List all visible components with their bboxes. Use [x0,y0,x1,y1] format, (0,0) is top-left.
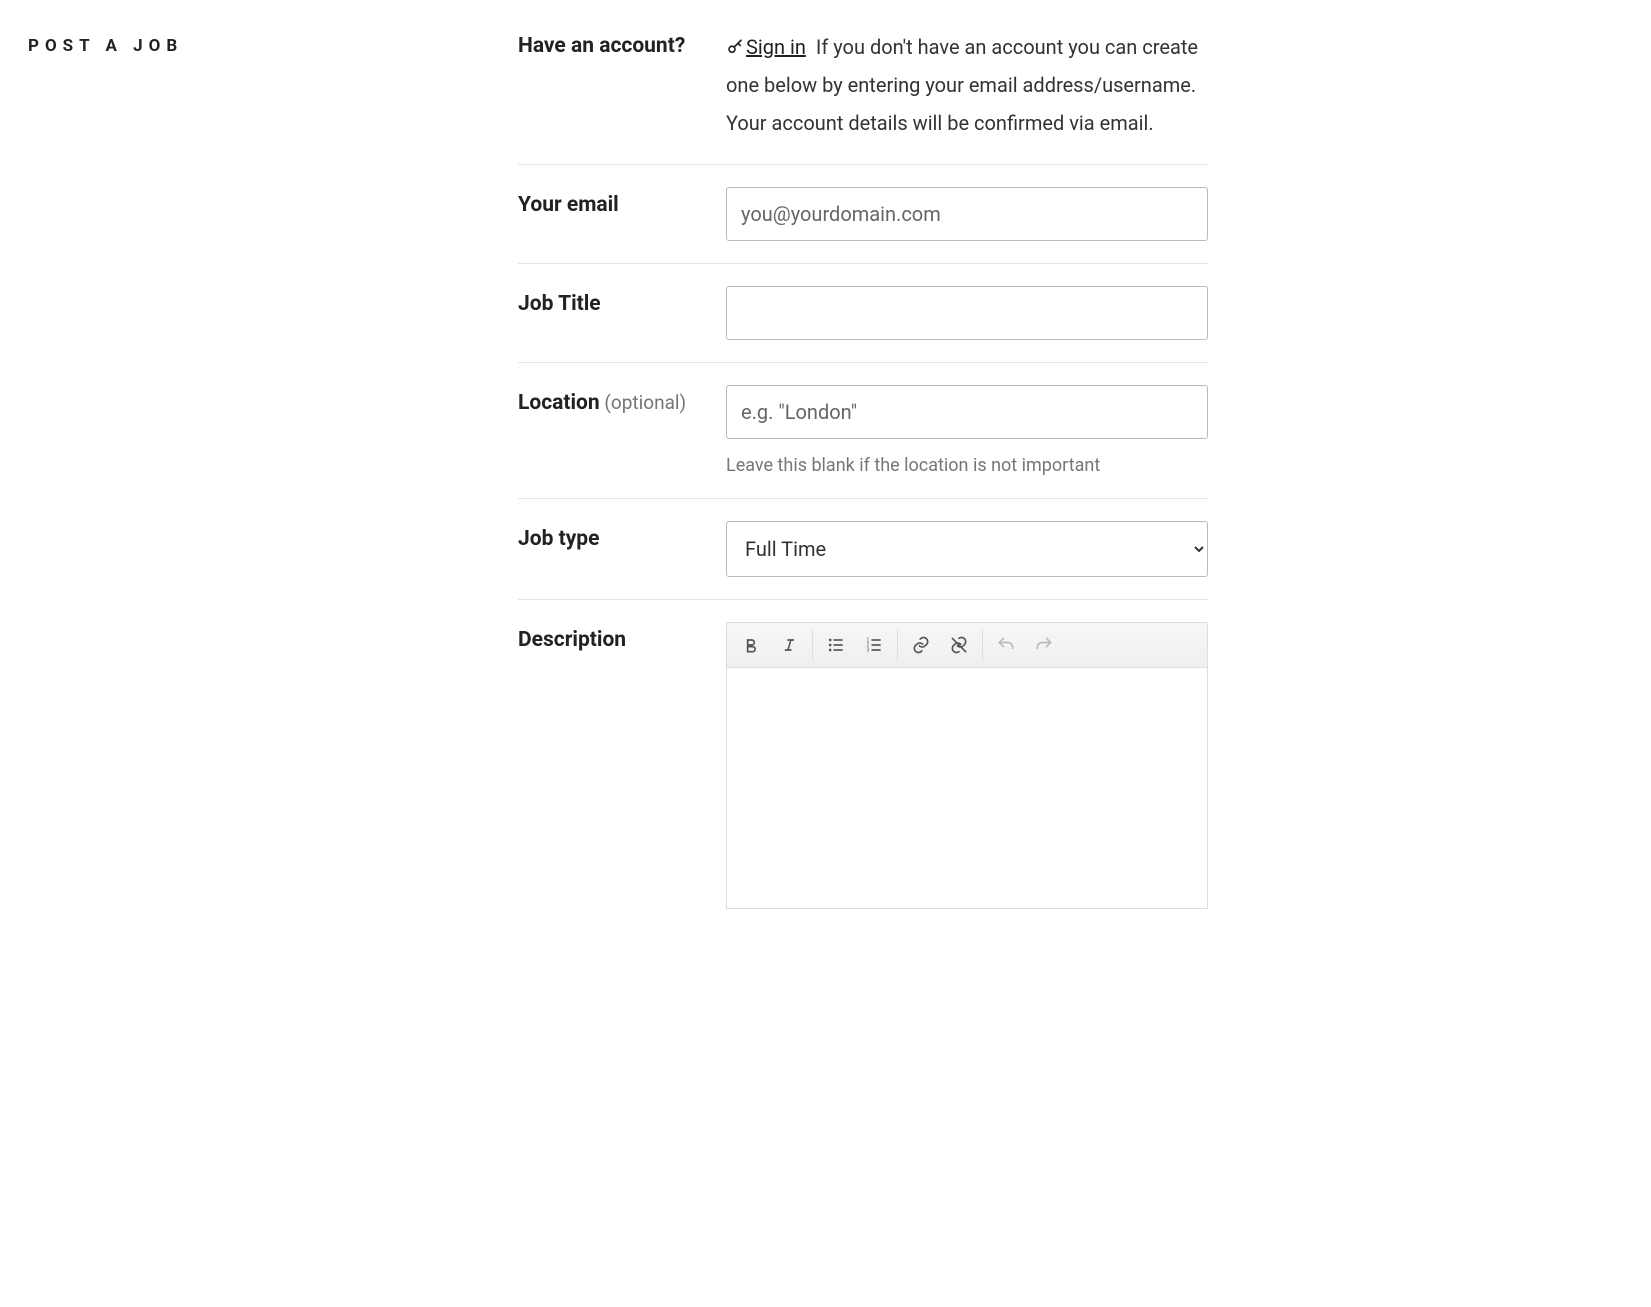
account-label-col: Have an account? [518,28,726,142]
toolbar-separator [897,629,898,661]
page-title: Post a Job [28,36,518,56]
numbered-list-button[interactable]: 123 [856,627,892,663]
job-type-label-col: Job type [518,521,726,577]
description-label-col: Description [518,622,726,909]
email-input[interactable] [726,187,1208,241]
bulleted-list-button[interactable] [818,627,854,663]
email-label: Your email [518,193,619,217]
email-label-col: Your email [518,187,726,241]
sidebar: Post a Job [28,28,518,931]
editor-toolbar: 123 [727,623,1207,668]
job-type-label: Job type [518,527,599,551]
svg-text:3: 3 [867,648,870,654]
email-row: Your email [518,165,1208,264]
location-hint: Leave this blank if the location is not … [726,455,1208,476]
bold-button[interactable] [733,627,769,663]
italic-button[interactable] [771,627,807,663]
location-input[interactable] [726,385,1208,439]
description-label: Description [518,628,626,652]
account-row: Have an account? Sign inIf you don't hav… [518,28,1208,165]
undo-button[interactable] [988,627,1024,663]
description-textarea[interactable] [727,668,1207,908]
location-label: Location [518,391,600,415]
job-title-row: Job Title [518,264,1208,363]
redo-button[interactable] [1026,627,1062,663]
job-form: Have an account? Sign inIf you don't hav… [518,28,1208,931]
location-label-col: Location (optional) [518,385,726,476]
location-row: Location (optional) Leave this blank if … [518,363,1208,499]
job-title-input[interactable] [726,286,1208,340]
location-optional: (optional) [600,391,686,414]
job-title-label-col: Job Title [518,286,726,340]
account-content: Sign inIf you don't have an account you … [726,28,1208,142]
toolbar-separator [982,629,983,661]
account-label: Have an account? [518,34,685,58]
toolbar-separator [812,629,813,661]
job-type-row: Job type Full Time [518,499,1208,600]
unlink-button[interactable] [941,627,977,663]
key-icon [726,38,744,56]
link-button[interactable] [903,627,939,663]
rich-text-editor: 123 [726,622,1208,909]
description-row: Description [518,600,1208,931]
job-title-label: Job Title [518,292,601,316]
job-type-select[interactable]: Full Time [726,521,1208,577]
signin-link[interactable]: Sign in [746,35,806,59]
